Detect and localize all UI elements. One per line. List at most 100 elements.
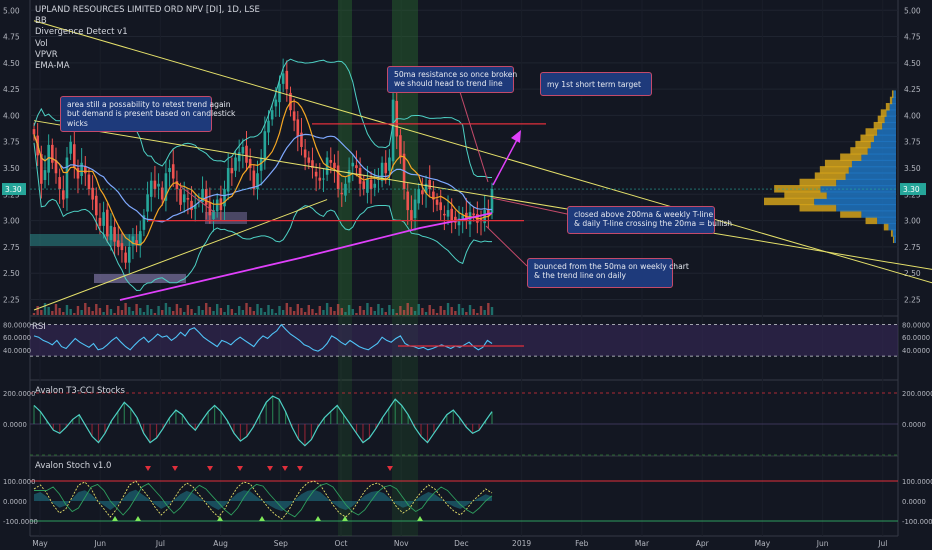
indicator-vpvr[interactable]: VPVR xyxy=(35,50,260,61)
candle-body xyxy=(340,192,344,195)
candle-body xyxy=(366,178,369,193)
candle-body xyxy=(153,180,157,190)
stoch-tick-right: 0.0000 xyxy=(902,498,926,506)
volume-bar xyxy=(47,307,50,315)
candle-body xyxy=(179,189,182,205)
candle-body xyxy=(270,110,274,120)
volume-bar xyxy=(106,305,109,315)
volume-bar xyxy=(391,309,395,315)
candle-body xyxy=(127,246,131,263)
volume-bar xyxy=(58,308,61,315)
volume-bar xyxy=(384,312,387,315)
volume-bar xyxy=(73,313,76,315)
rsi-tick-left: 80.0000 xyxy=(3,322,31,330)
cci-label: Avalon T3-CCI Stocks xyxy=(35,386,125,396)
volume-bar xyxy=(80,310,83,315)
time-tick-label: Mar xyxy=(635,539,650,548)
volume-bar xyxy=(362,310,365,315)
volume-bar xyxy=(281,310,285,315)
volume-bar xyxy=(219,308,223,315)
candle-body xyxy=(267,120,270,133)
candle-body xyxy=(182,194,186,203)
indicator-ema-ma[interactable]: EMA-MA xyxy=(35,61,260,72)
volume-bar xyxy=(237,306,241,315)
candle-body xyxy=(274,99,278,107)
price-tick-right: 2.25 xyxy=(904,295,921,304)
price-tick-right: 5.00 xyxy=(904,6,921,15)
candle-body xyxy=(417,189,421,204)
candle-body xyxy=(237,152,241,162)
volume-bar xyxy=(329,307,332,315)
price-tick-left: 4.50 xyxy=(3,59,20,68)
candle-body xyxy=(80,162,83,177)
volume-bar xyxy=(135,304,138,315)
candle-body xyxy=(168,168,171,173)
rsi-label: RSI xyxy=(32,322,46,332)
volume-bar xyxy=(377,304,380,315)
candle-body xyxy=(333,162,336,169)
demand-zone xyxy=(30,234,142,246)
volume-bar xyxy=(457,304,461,315)
indicator-bb[interactable]: BB xyxy=(35,16,260,27)
indicator-vol[interactable]: Vol xyxy=(35,39,260,50)
price-tick-right: 2.75 xyxy=(904,243,921,252)
indicator-divergence[interactable]: Divergence Detect v1 xyxy=(35,27,260,38)
candle-body xyxy=(329,160,333,163)
signal-band xyxy=(338,0,352,316)
time-tick-label: 2019 xyxy=(512,539,531,548)
price-tick-left: 3.00 xyxy=(3,217,20,226)
volume-bar xyxy=(117,306,120,315)
time-tick-label: Feb xyxy=(575,539,589,548)
candle-body xyxy=(358,168,362,184)
candle-body xyxy=(149,180,153,197)
time-tick-label: Sep xyxy=(274,539,288,548)
time-tick-label: Jul xyxy=(877,539,887,548)
candle-body xyxy=(226,168,230,192)
candle-body xyxy=(138,231,142,246)
candle-body xyxy=(91,187,94,200)
candle-body xyxy=(62,190,65,200)
annotation-target: my 1st short term target xyxy=(540,72,652,96)
volume-bar xyxy=(157,306,160,315)
volume-bar xyxy=(267,305,270,315)
candle-body xyxy=(65,157,69,199)
volume-bar xyxy=(252,311,256,315)
candle-body xyxy=(98,217,102,226)
time-tick-label: Jun xyxy=(93,539,106,548)
volume-bar xyxy=(124,303,127,315)
volume-bar xyxy=(274,313,278,315)
candle-body xyxy=(215,199,219,212)
candle-body xyxy=(32,129,36,135)
volume-bar xyxy=(91,311,94,315)
symbol-title: UPLAND RESOURCES LIMITED ORD NPV [DI], 1… xyxy=(35,5,260,15)
rsi-tick-right: 40.0000 xyxy=(902,347,930,355)
candle-body xyxy=(355,165,358,169)
candle-body xyxy=(336,165,340,190)
volume-bar xyxy=(340,308,343,315)
volume-bar xyxy=(51,311,54,315)
price-tick-left: 2.50 xyxy=(3,269,20,278)
volume-bar xyxy=(186,305,190,315)
volume-bar xyxy=(40,310,43,315)
volume-bar xyxy=(179,308,182,315)
candle-body xyxy=(322,178,325,180)
volume-bar xyxy=(131,311,135,315)
price-tick-right: 3.75 xyxy=(904,138,921,147)
stoch-tick-right: 100.0000 xyxy=(902,478,932,486)
candle-body xyxy=(318,177,322,181)
volume-bar xyxy=(428,305,431,315)
volume-bar xyxy=(223,312,226,315)
volume-bar xyxy=(245,303,248,315)
price-tick-left: 5.00 xyxy=(3,6,20,15)
volume-bar xyxy=(65,305,69,315)
volume-bar xyxy=(201,310,204,315)
volume-bar xyxy=(270,309,274,315)
price-badge-left-text: 3.30 xyxy=(5,185,22,194)
candle-body xyxy=(388,157,391,171)
annotation-bounced: bounced from the 50ma on weekly chart & … xyxy=(527,258,689,288)
price-tick-left: 4.00 xyxy=(3,111,20,120)
volume-bar xyxy=(87,307,91,315)
candle-body xyxy=(230,168,234,174)
volume-bar xyxy=(483,310,486,315)
candle-body xyxy=(373,183,377,188)
